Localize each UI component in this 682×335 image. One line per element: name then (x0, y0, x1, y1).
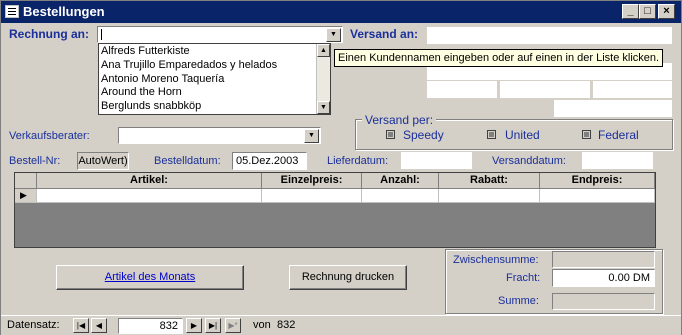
prev-record-icon[interactable]: ◀ (91, 318, 107, 333)
column-header-einzelpreis[interactable]: Einzelpreis: (262, 173, 362, 189)
scroll-up-icon[interactable]: ▲ (317, 44, 330, 57)
subtotal-label: Zwischensumme: (453, 254, 539, 266)
column-header-anzahl[interactable]: Anzahl: (362, 173, 439, 189)
table-row[interactable]: ▶ (15, 189, 655, 203)
next-record-icon[interactable]: ▶ (186, 318, 202, 333)
shipvia-united-label: United (505, 128, 540, 142)
ship-region-field[interactable] (500, 81, 590, 98)
ship-date-label: Versanddatum: (492, 155, 566, 167)
cell-artikel[interactable] (37, 189, 262, 203)
ship-name-field[interactable] (427, 27, 672, 44)
customer-dropdown-list[interactable]: Alfreds Futterkiste Ana Trujillo Empared… (98, 43, 331, 115)
order-id-field: AutoWert) (77, 152, 129, 170)
list-scrollbar[interactable]: ▲ ▼ (316, 44, 330, 114)
list-item[interactable]: Alfreds Futterkiste (99, 44, 330, 58)
freight-field[interactable]: 0.00 DM (552, 269, 655, 287)
delivery-date-field[interactable] (401, 152, 472, 169)
close-button[interactable]: × (658, 4, 675, 19)
billing-label: Rechnung an: (9, 27, 89, 41)
cell-endpreis[interactable] (540, 189, 655, 203)
title-bar: Bestellungen _ □ × (1, 1, 681, 23)
ship-date-field[interactable] (582, 152, 653, 169)
order-date-label: Bestelldatum: (154, 155, 221, 167)
column-header-endpreis[interactable]: Endpreis: (540, 173, 655, 189)
maximize-button[interactable]: □ (639, 4, 656, 19)
column-header-rabatt[interactable]: Rabatt: (439, 173, 540, 189)
billing-combobox[interactable]: ▼ (97, 26, 343, 43)
ship-city-field[interactable] (427, 81, 497, 98)
new-record-icon[interactable]: ▶* (225, 318, 241, 333)
billing-dropdown-button[interactable]: ▼ (326, 28, 341, 42)
text-cursor (101, 29, 102, 40)
record-number-input[interactable]: 832 (118, 318, 183, 334)
orders-window: Bestellungen _ □ × Rechnung an: ▼ Versan… (0, 0, 682, 335)
scroll-down-icon[interactable]: ▼ (317, 101, 330, 114)
order-details-grid[interactable]: Artikel: Einzelpreis: Anzahl: Rabatt: En… (14, 172, 656, 248)
total-field (552, 293, 655, 310)
shipvia-speedy-checkbox[interactable] (386, 130, 395, 139)
shipping-label: Versand an: (350, 27, 419, 41)
salesperson-dropdown-button[interactable]: ▼ (304, 129, 319, 143)
print-invoice-button[interactable]: Rechnung drucken (289, 265, 407, 290)
record-total: 832 (277, 319, 296, 331)
record-label: Datensatz: (7, 319, 60, 331)
list-item[interactable]: Antonio Moreno Taquería (99, 72, 330, 86)
salesperson-combobox[interactable]: ▼ (118, 127, 321, 144)
form-icon (5, 5, 19, 18)
column-header-artikel[interactable]: Artikel: (37, 173, 262, 189)
last-record-icon[interactable]: ▶| (205, 318, 221, 333)
first-record-icon[interactable]: |◀ (73, 318, 89, 333)
row-selector-icon[interactable]: ▶ (15, 189, 37, 203)
order-date-field[interactable]: 05.Dez.2003 (232, 152, 307, 170)
salesperson-label: Verkaufsberater: (9, 130, 90, 142)
delivery-date-label: Lieferdatum: (327, 155, 389, 167)
minimize-button[interactable]: _ (622, 4, 639, 19)
ship-postal-field[interactable] (593, 81, 672, 98)
record-of-label: von (253, 319, 271, 331)
tooltip: Einen Kundennamen eingeben oder auf eine… (334, 49, 664, 67)
shipvia-federal-label: Federal (598, 128, 639, 142)
shipvia-federal-checkbox[interactable] (582, 130, 591, 139)
cell-rabatt[interactable] (439, 189, 540, 203)
total-label: Summe: (498, 295, 539, 307)
shipvia-speedy-label: Speedy (403, 128, 444, 142)
window-title: Bestellungen (23, 4, 105, 19)
ship-country-field[interactable] (554, 100, 672, 117)
order-id-label: Bestell-Nr: (9, 155, 61, 167)
subtotal-field (552, 251, 655, 268)
grid-corner (15, 173, 37, 189)
grid-header: Artikel: Einzelpreis: Anzahl: Rabatt: En… (15, 173, 655, 189)
shipvia-label: Versand per: (362, 113, 437, 127)
cell-einzelpreis[interactable] (262, 189, 362, 203)
list-item[interactable]: Ana Trujillo Emparedados y helados (99, 58, 330, 72)
list-item[interactable]: Around the Horn (99, 85, 330, 99)
shipvia-united-checkbox[interactable] (487, 130, 496, 139)
cell-anzahl[interactable] (362, 189, 439, 203)
freight-label: Fracht: (506, 272, 541, 284)
product-of-month-button[interactable]: Artikel des Monats (56, 265, 244, 290)
record-navigator: Datensatz: |◀ ◀ 832 ▶ ▶| ▶* von 832 (1, 315, 681, 335)
list-item[interactable]: Berglunds snabbköp (99, 99, 330, 113)
